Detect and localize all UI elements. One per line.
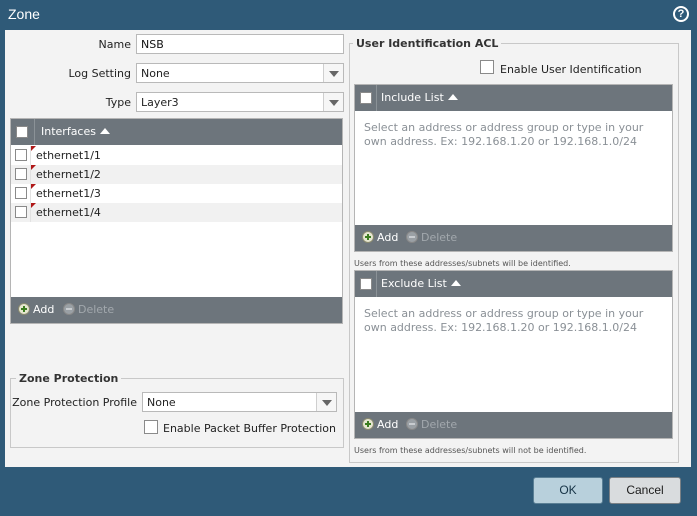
- add-icon: [362, 231, 374, 243]
- exclude-list-footer: Add Delete: [355, 412, 672, 438]
- interface-name[interactable]: ethernet1/4: [36, 206, 101, 219]
- interface-name[interactable]: ethernet1/1: [36, 149, 101, 162]
- table-row[interactable]: ethernet1/2: [11, 165, 342, 184]
- select-all-include-checkbox[interactable]: [360, 92, 372, 104]
- include-list-header: Include List: [355, 85, 672, 111]
- log-setting-select[interactable]: None: [136, 63, 344, 83]
- delete-icon: [63, 303, 75, 315]
- help-icon[interactable]: ?: [673, 6, 689, 22]
- interfaces-grid-header: Interfaces: [11, 119, 342, 145]
- select-all-interfaces-checkbox[interactable]: [16, 126, 28, 138]
- interfaces-grid-footer: Add Delete: [11, 297, 342, 323]
- exclude-list-header: Exclude List: [355, 271, 672, 297]
- enable-user-identification-label[interactable]: Enable User Identification: [500, 63, 642, 76]
- add-interface-button[interactable]: Add: [18, 303, 54, 316]
- column-divider: [376, 85, 377, 111]
- interfaces-column-header[interactable]: Interfaces: [41, 125, 110, 138]
- interfaces-grid: Interfaces ethernet1/1 ethernet1/2 ether…: [10, 118, 343, 324]
- dialog-content: Name NSB Log Setting None Type Layer3 In…: [5, 30, 691, 467]
- ok-button[interactable]: OK: [533, 477, 603, 504]
- delete-include-button[interactable]: Delete: [406, 231, 457, 244]
- table-row[interactable]: ethernet1/1: [11, 146, 342, 165]
- log-setting-label: Log Setting: [68, 67, 131, 80]
- dropdown-arrow-icon[interactable]: [323, 93, 343, 111]
- sort-ascending-icon: [447, 94, 458, 100]
- table-row[interactable]: ethernet1/3: [11, 184, 342, 203]
- dropdown-arrow-icon[interactable]: [316, 393, 336, 411]
- cancel-button[interactable]: Cancel: [609, 477, 681, 504]
- zone-protection-legend: Zone Protection: [16, 372, 122, 385]
- packet-buffer-protection-checkbox[interactable]: [144, 420, 158, 434]
- delete-icon: [406, 418, 418, 430]
- exclude-list-placeholder[interactable]: Select an address or address group or ty…: [364, 307, 654, 335]
- add-icon: [362, 418, 374, 430]
- interface-name[interactable]: ethernet1/2: [36, 168, 101, 181]
- name-label: Name: [98, 38, 131, 51]
- add-icon: [18, 303, 30, 315]
- type-label: Type: [105, 96, 131, 109]
- type-select[interactable]: Layer3: [136, 92, 344, 112]
- include-list-column-header[interactable]: Include List: [381, 91, 458, 104]
- add-exclude-button[interactable]: Add: [362, 418, 398, 431]
- row-checkbox[interactable]: [15, 168, 27, 180]
- exclude-list-note: Users from these addresses/subnets will …: [354, 446, 587, 455]
- dropdown-arrow-icon[interactable]: [323, 64, 343, 82]
- include-list-note: Users from these addresses/subnets will …: [354, 259, 571, 268]
- user-identification-acl-legend: User Identification ACL: [353, 37, 502, 50]
- row-checkbox[interactable]: [15, 187, 27, 199]
- interface-name[interactable]: ethernet1/3: [36, 187, 101, 200]
- include-list-footer: Add Delete: [355, 225, 672, 251]
- add-include-button[interactable]: Add: [362, 231, 398, 244]
- zone-protection-profile-value: None: [147, 396, 176, 409]
- exclude-list-grid: Exclude List Select an address or addres…: [354, 270, 673, 439]
- zone-protection-profile-select[interactable]: None: [142, 392, 337, 412]
- delete-icon: [406, 231, 418, 243]
- sort-ascending-icon: [99, 128, 110, 134]
- column-divider: [34, 119, 35, 145]
- name-input[interactable]: NSB: [136, 34, 344, 54]
- select-all-exclude-checkbox[interactable]: [360, 278, 372, 290]
- packet-buffer-protection-label[interactable]: Enable Packet Buffer Protection: [163, 422, 336, 435]
- include-list-grid: Include List Select an address or addres…: [354, 84, 673, 252]
- type-value: Layer3: [141, 96, 179, 109]
- dialog-title: Zone: [8, 6, 40, 22]
- sort-ascending-icon: [450, 280, 461, 286]
- log-setting-value: None: [141, 67, 170, 80]
- exclude-list-column-header[interactable]: Exclude List: [381, 277, 461, 290]
- table-row[interactable]: ethernet1/4: [11, 203, 342, 222]
- include-list-placeholder[interactable]: Select an address or address group or ty…: [364, 121, 654, 149]
- dialog-titlebar: Zone ?: [0, 0, 697, 30]
- zone-protection-fieldset: [10, 378, 344, 448]
- delete-interface-button[interactable]: Delete: [63, 303, 114, 316]
- column-divider: [376, 271, 377, 297]
- row-checkbox[interactable]: [15, 206, 27, 218]
- enable-user-identification-checkbox[interactable]: [480, 60, 494, 74]
- delete-exclude-button[interactable]: Delete: [406, 418, 457, 431]
- row-checkbox[interactable]: [15, 149, 27, 161]
- zone-protection-profile-label: Zone Protection Profile: [12, 396, 137, 409]
